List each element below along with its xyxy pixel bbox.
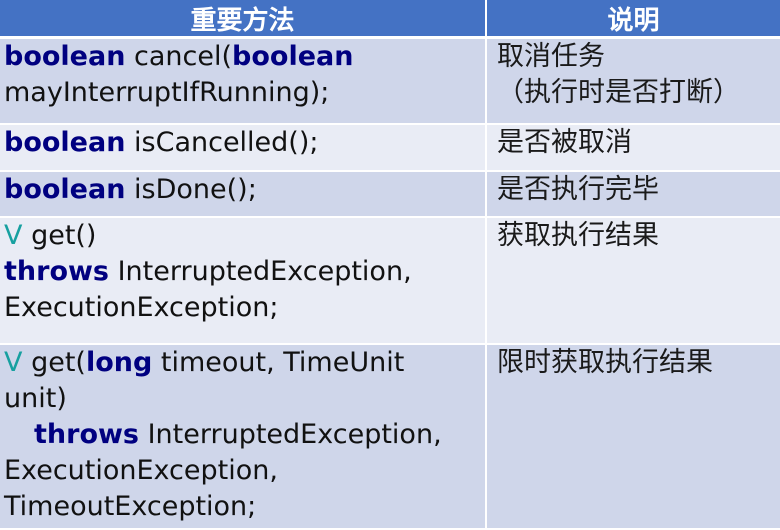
header-method: 重要方法 xyxy=(0,0,487,39)
description-cell: 是否被取消 xyxy=(486,123,780,172)
description-line: （执行时是否打断） xyxy=(497,77,740,108)
description-cell: 是否执行完毕 xyxy=(486,170,780,218)
methods-table: 重要方法 说明 boolean cancel(boolean mayInterr… xyxy=(0,0,780,530)
code-text: InterruptedException, xyxy=(139,418,442,450)
table-row: boolean isCancelled(); 是否被取消 xyxy=(0,123,780,172)
code-text: unit) xyxy=(4,382,67,414)
code-text: ExecutionException, xyxy=(4,454,278,486)
code-line: V get(long timeout, TimeUnit xyxy=(4,345,484,381)
keyword: boolean xyxy=(4,41,126,72)
code-line: TimeoutException; xyxy=(4,489,484,525)
method-cell: V get(long timeout, TimeUnit unit) throw… xyxy=(0,343,487,530)
description-cell: 取消任务 （执行时是否打断） xyxy=(486,37,780,125)
description-line: 是否执行完毕 xyxy=(497,173,659,205)
code-line: boolean isCancelled(); xyxy=(4,125,484,161)
code-line: ExecutionException, xyxy=(4,453,484,489)
code-text: get() xyxy=(22,219,97,251)
table-row: boolean isDone(); 是否执行完毕 xyxy=(0,170,780,218)
code-line: V get() xyxy=(4,218,484,254)
keyword: long xyxy=(85,346,153,378)
table-row: V get() throws InterruptedException, Exe… xyxy=(0,216,780,345)
method-cell: boolean isCancelled(); xyxy=(0,123,487,172)
description-cell: 获取执行结果 xyxy=(486,216,780,345)
description-line: 获取执行结果 xyxy=(497,219,659,251)
code-line: throws InterruptedException, xyxy=(4,417,484,453)
table-row: V get(long timeout, TimeUnit unit) throw… xyxy=(0,343,780,530)
code-text: timeout, TimeUnit xyxy=(152,346,405,378)
code-text: ExecutionException; xyxy=(4,291,279,323)
code-text: get( xyxy=(22,346,86,378)
code-text: cancel( xyxy=(125,41,233,72)
description-line: 是否被取消 xyxy=(497,126,632,158)
header-description: 说明 xyxy=(486,0,780,39)
keyword: throws xyxy=(4,255,110,287)
table-header-row: 重要方法 说明 xyxy=(0,0,780,39)
keyword: boolean xyxy=(4,126,126,158)
code-text: InterruptedException, xyxy=(109,255,412,287)
keyword: boolean xyxy=(232,41,354,72)
description-line: 限时获取执行结果 xyxy=(497,346,713,378)
method-cell: boolean cancel(boolean mayInterruptIfRun… xyxy=(0,37,487,125)
code-line: mayInterruptIfRunning); xyxy=(4,75,484,111)
code-line: ExecutionException; xyxy=(4,290,484,326)
method-cell: V get() throws InterruptedException, Exe… xyxy=(0,216,487,345)
table-row: boolean cancel(boolean mayInterruptIfRun… xyxy=(0,37,780,125)
type-param: V xyxy=(4,346,23,378)
code-text: TimeoutException; xyxy=(4,490,257,522)
code-text: isCancelled(); xyxy=(125,126,319,158)
code-line: throws InterruptedException, xyxy=(4,254,484,290)
keyword: throws xyxy=(34,418,140,450)
code-line: boolean cancel(boolean xyxy=(4,39,484,75)
keyword: boolean xyxy=(4,173,126,205)
method-cell: boolean isDone(); xyxy=(0,170,487,218)
description-cell: 限时获取执行结果 xyxy=(486,343,780,530)
code-text: isDone(); xyxy=(125,173,257,205)
code-text: mayInterruptIfRunning); xyxy=(4,77,330,108)
code-line: unit) xyxy=(4,381,484,417)
description-line: 取消任务 xyxy=(497,41,605,72)
type-param: V xyxy=(4,219,23,251)
code-line: boolean isDone(); xyxy=(4,172,484,208)
